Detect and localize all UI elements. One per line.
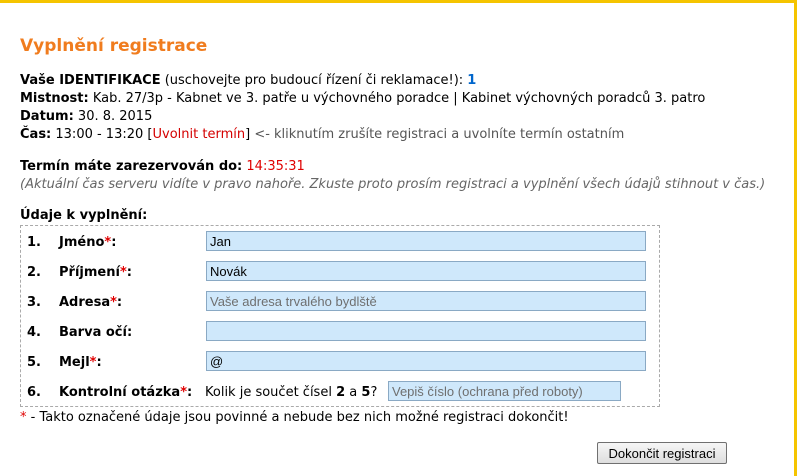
room-value: Kab. 27/3p - Kabnet ve 3. patře u výchov…	[92, 91, 706, 106]
identification-label: Vaše IDENTIFIKACE	[20, 73, 161, 88]
reservation-until: 14:35:31	[246, 159, 305, 174]
reservation-info: Termín máte zarezervován do: 14:35:31 (A…	[20, 158, 765, 194]
form-section-title: Údaje k vyplnění:	[20, 208, 148, 223]
identification-hint: (uschovejte pro budoucí řízení či reklam…	[164, 73, 464, 88]
date-label: Datum:	[20, 109, 74, 124]
reservation-label: Termín máte zarezervován do:	[20, 159, 243, 174]
registration-form: 1. Jméno*: 2. Příjmení*: 3. Adresa*: 4. …	[20, 225, 660, 407]
release-hint: <- kliknutím zrušíte registraci a uvolní…	[254, 127, 625, 142]
time-line: Čas: 13:00 - 13:20 [Uvolnit termín] <- k…	[20, 127, 625, 142]
required-star: *	[119, 265, 127, 280]
form-row-email: 5. Mejl*:	[21, 351, 659, 375]
captcha-input[interactable]	[388, 381, 621, 401]
date-value: 30. 8. 2015	[77, 109, 153, 124]
room-line: Mistnost: Kab. 27/3p - Kabnet ve 3. patř…	[20, 90, 705, 108]
footnote-text: - Takto označené údaje jsou povinné a ne…	[30, 410, 569, 425]
eye-color-input[interactable]	[206, 321, 646, 341]
field-label: Příjmení*:	[59, 265, 132, 280]
identification-line: Vaše IDENTIFIKACE (uschovejte pro budouc…	[20, 72, 705, 90]
last-name-input[interactable]	[206, 261, 646, 281]
form-row-captcha: 6. Kontrolní otázka*: Kolik je součet čí…	[21, 381, 659, 405]
first-name-input[interactable]	[206, 231, 646, 251]
row-number: 2.	[27, 265, 41, 280]
reservation-line: Termín máte zarezervován do: 14:35:31	[20, 158, 765, 176]
field-label: Kontrolní otázka*:	[59, 385, 193, 400]
field-label: Jméno*:	[59, 235, 117, 250]
address-input[interactable]	[206, 291, 646, 311]
field-label: Mejl*:	[59, 355, 102, 370]
row-number: 4.	[27, 325, 41, 340]
required-star: *	[110, 295, 117, 310]
required-star: *	[180, 385, 187, 400]
field-label: Barva očí:	[59, 325, 133, 340]
row-number: 3.	[27, 295, 41, 310]
field-label: Adresa*:	[59, 295, 123, 310]
release-slot-link[interactable]: Uvolnit termín	[153, 127, 246, 142]
time-label: Čas:	[20, 127, 52, 142]
row-number: 5.	[27, 355, 41, 370]
row-number: 1.	[27, 235, 41, 250]
captcha-question: Kolik je součet čísel 2 a 5?	[205, 385, 378, 400]
form-row-first-name: 1. Jméno*:	[21, 231, 659, 255]
form-row-last-name: 2. Příjmení*:	[21, 261, 659, 285]
required-footnote: * - Takto označené údaje jsou povinné a …	[20, 410, 569, 425]
identification-value: 1	[467, 73, 477, 88]
page-title: Vyplnění registrace	[20, 36, 208, 56]
date-line: Datum: 30. 8. 2015	[20, 108, 705, 126]
submit-registration-button[interactable]: Dokončit registraci	[597, 442, 727, 464]
required-star: *	[20, 410, 27, 425]
email-input[interactable]	[206, 351, 646, 371]
form-row-address: 3. Adresa*:	[21, 291, 659, 315]
room-label: Mistnost:	[20, 91, 89, 106]
time-value: 13:00 - 13:20	[55, 127, 144, 142]
registration-info: Vaše IDENTIFIKACE (uschovejte pro budouc…	[20, 72, 705, 144]
form-row-eye-color: 4. Barva očí:	[21, 321, 659, 345]
row-number: 6.	[27, 385, 41, 400]
reservation-note: (Aktuální čas serveru vidíte v pravo nah…	[20, 177, 766, 192]
